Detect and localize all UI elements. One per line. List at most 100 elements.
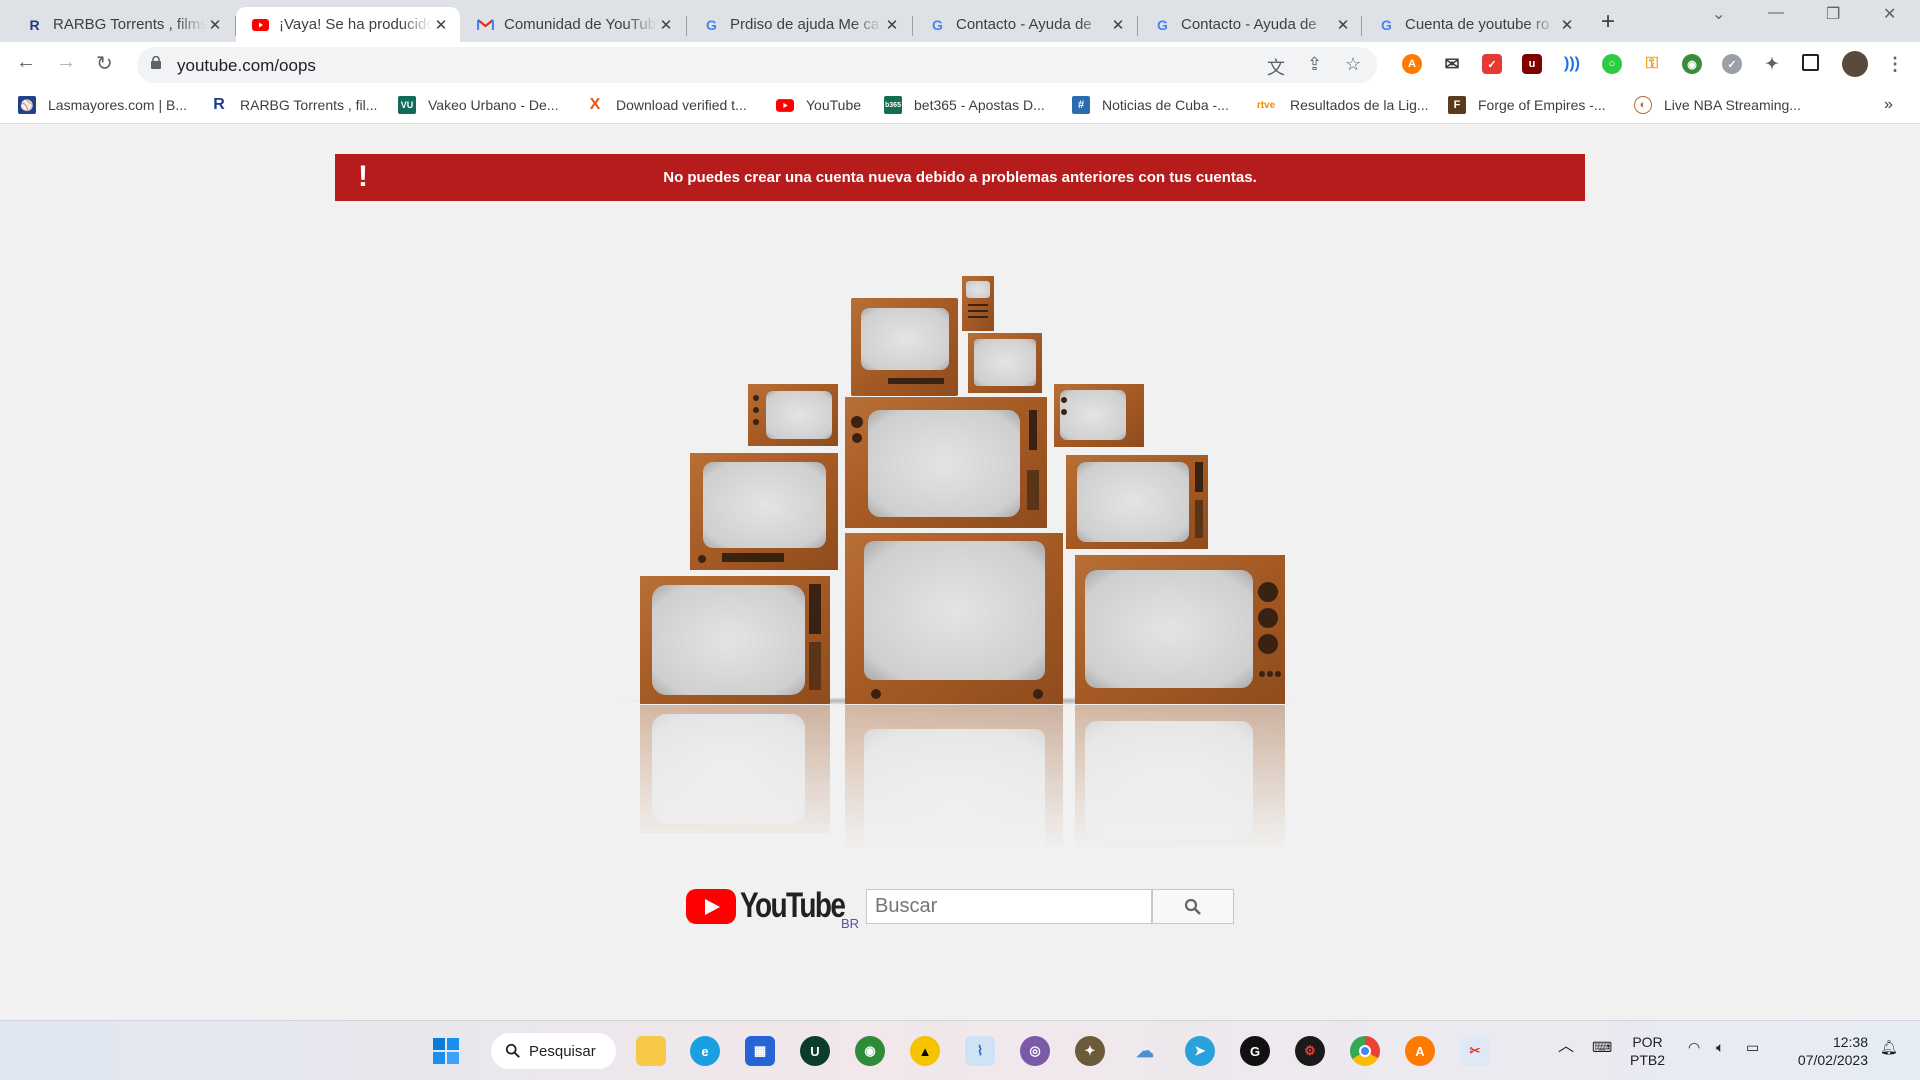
bookmark-item[interactable]: # Noticias de Cuba -... bbox=[1072, 96, 1229, 114]
file-explorer-icon[interactable] bbox=[636, 1036, 666, 1066]
edge-icon[interactable]: e bbox=[690, 1036, 720, 1066]
forward-button[interactable]: → bbox=[56, 51, 76, 74]
bookmark-item[interactable]: VU Vakeo Urbano - De... bbox=[398, 96, 558, 114]
clock[interactable]: 12:38 07/02/2023 bbox=[1788, 1033, 1868, 1069]
ms-store-icon[interactable]: ▦ bbox=[745, 1036, 775, 1066]
telegram-icon[interactable]: ➤ bbox=[1185, 1036, 1215, 1066]
shield-grey-extension-icon[interactable]: ✓ bbox=[1722, 54, 1742, 74]
red-app-icon[interactable]: ⚙ bbox=[1295, 1036, 1325, 1066]
forge-icon: F bbox=[1448, 96, 1466, 114]
show-hidden-icons[interactable]: ︿ bbox=[1558, 1038, 1574, 1056]
tab-title: ¡Vaya! Se ha producido bbox=[279, 16, 432, 33]
volume-icon[interactable]: 🔈︎ bbox=[1716, 1038, 1724, 1056]
audio-extension-icon[interactable]: ))) bbox=[1562, 54, 1582, 74]
tab-3[interactable]: G Prdiso de ajuda Me ca ✕ bbox=[687, 7, 911, 42]
bookmark-label: Live NBA Streaming... bbox=[1664, 97, 1801, 113]
chrome-icon[interactable] bbox=[1350, 1036, 1380, 1066]
tab-1[interactable]: ¡Vaya! Se ha producido ✕ bbox=[236, 7, 460, 42]
wifi-icon[interactable]: ◠ bbox=[1688, 1038, 1700, 1056]
bookmark-star-icon[interactable]: ☆ bbox=[1345, 54, 1361, 75]
tab-0[interactable]: R RARBG Torrents , films ✕ bbox=[10, 7, 234, 42]
reload-button[interactable]: ↻ bbox=[96, 51, 113, 76]
translate-icon[interactable]: ⽂ bbox=[1267, 54, 1285, 80]
input-language[interactable]: POR PTB2 bbox=[1630, 1033, 1665, 1069]
close-window-button[interactable]: ✕ bbox=[1883, 4, 1896, 24]
upwork-icon[interactable]: U bbox=[800, 1036, 830, 1066]
tab-6[interactable]: G Cuenta de youtube ro ✕ bbox=[1362, 7, 1586, 42]
vakeo-icon: VU bbox=[398, 96, 416, 114]
taskbar-search-label: Pesquisar bbox=[529, 1042, 596, 1060]
windows-taskbar: Pesquisar e ▦ U ◉ ▲ ⌇ ◎ ✦ ☁ ➤ G ⚙ A ✂ ︿ … bbox=[0, 1020, 1920, 1080]
language-code: POR bbox=[1632, 1034, 1663, 1050]
close-icon[interactable]: ✕ bbox=[1558, 16, 1576, 34]
close-icon[interactable]: ✕ bbox=[206, 16, 224, 34]
tab-2[interactable]: Comunidad de YouTube ✕ bbox=[461, 7, 685, 42]
taskbar-search[interactable]: Pesquisar bbox=[491, 1033, 616, 1069]
mail-extension-icon[interactable]: ✉ bbox=[1442, 54, 1462, 74]
tab-title: Prdiso de ajuda Me ca bbox=[730, 16, 880, 33]
monitor-app-icon[interactable]: ⌇ bbox=[965, 1036, 995, 1066]
share-icon[interactable]: ⇪ bbox=[1307, 54, 1322, 75]
tab-5[interactable]: G Contacto - Ayuda de ✕ bbox=[1138, 7, 1362, 42]
search-input[interactable] bbox=[866, 889, 1152, 924]
close-icon[interactable]: ✕ bbox=[657, 16, 675, 34]
bookmark-item[interactable]: b365 bet365 - Apostas D... bbox=[884, 96, 1045, 114]
torrent-app-icon[interactable]: ◎ bbox=[1020, 1036, 1050, 1066]
key-extension-icon[interactable]: ⚿ bbox=[1642, 54, 1662, 74]
bookmark-item[interactable]: YouTube bbox=[776, 96, 861, 114]
error-alert-banner: ! No puedes crear una cuenta nueva debid… bbox=[335, 154, 1585, 201]
globe-extension-icon[interactable]: ◉ bbox=[1682, 54, 1702, 74]
search-icon bbox=[505, 1043, 520, 1058]
globe-app-icon[interactable]: ◉ bbox=[855, 1036, 885, 1066]
youtube-play-icon bbox=[686, 889, 736, 924]
puzzle-extensions-icon[interactable]: ✦ bbox=[1762, 54, 1782, 74]
avast-icon[interactable]: A bbox=[1405, 1036, 1435, 1066]
tv-set bbox=[845, 397, 1047, 528]
profile-avatar[interactable] bbox=[1842, 51, 1868, 77]
keyboard-icon[interactable]: ⌨ bbox=[1592, 1038, 1612, 1056]
notification-bell-icon[interactable]: 🔔︎ bbox=[1880, 1038, 1898, 1056]
ublock-extension-icon[interactable]: u bbox=[1522, 54, 1542, 74]
back-button[interactable]: ← bbox=[16, 51, 36, 74]
bookmark-item[interactable]: X Download verified t... bbox=[586, 96, 747, 114]
close-icon[interactable]: ✕ bbox=[432, 16, 450, 34]
tab-strip: R RARBG Torrents , films ✕ ¡Vaya! Se ha … bbox=[0, 0, 1920, 42]
avast-extension-icon[interactable]: A bbox=[1402, 54, 1422, 74]
hash-icon: # bbox=[1072, 96, 1090, 114]
youtube-logo[interactable]: YouTube BR bbox=[686, 888, 871, 931]
bookmark-label: Resultados de la Lig... bbox=[1290, 97, 1429, 113]
gmail-icon bbox=[477, 16, 494, 33]
restore-button[interactable]: ❐ bbox=[1826, 4, 1840, 24]
snipping-tool-icon[interactable]: ✂ bbox=[1460, 1036, 1490, 1066]
side-panel-icon[interactable] bbox=[1802, 54, 1819, 71]
search-button[interactable] bbox=[1152, 889, 1234, 924]
cloud-app-icon[interactable]: ☁ bbox=[1130, 1036, 1160, 1066]
youtube-icon bbox=[252, 16, 269, 33]
tab-4[interactable]: G Contacto - Ayuda de ✕ bbox=[913, 7, 1137, 42]
new-tab-button[interactable]: + bbox=[1601, 8, 1615, 36]
triangle-app-icon[interactable]: ▲ bbox=[910, 1036, 940, 1066]
close-icon[interactable]: ✕ bbox=[1334, 16, 1352, 34]
url-text[interactable]: youtube.com/oops bbox=[177, 56, 316, 76]
bookmark-item[interactable]: R RARBG Torrents , fil... bbox=[210, 96, 377, 114]
close-icon[interactable]: ✕ bbox=[883, 16, 901, 34]
close-icon[interactable]: ✕ bbox=[1109, 16, 1127, 34]
shield-extension-icon[interactable]: ✓ bbox=[1482, 54, 1502, 74]
tab-title: Cuenta de youtube ro bbox=[1405, 16, 1550, 33]
bookmark-item[interactable]: rtve Resultados de la Lig... bbox=[1254, 96, 1429, 114]
bookmark-item[interactable]: ⚾ Lasmayores.com | B... bbox=[18, 96, 187, 114]
tv-reflection bbox=[640, 705, 1285, 850]
bookmark-label: Lasmayores.com | B... bbox=[48, 97, 188, 113]
more-bookmarks-icon[interactable]: » bbox=[1884, 96, 1893, 114]
menu-kebab-icon[interactable]: ⋮ bbox=[1885, 54, 1905, 74]
minimize-button[interactable]: — bbox=[1768, 4, 1784, 22]
bookmark-item[interactable]: F Forge of Empires -... bbox=[1448, 96, 1606, 114]
bookmark-item[interactable]: ◐ Live NBA Streaming... bbox=[1634, 96, 1801, 114]
g-app-icon[interactable]: G bbox=[1240, 1036, 1270, 1066]
tab-search-icon[interactable]: ⌄ bbox=[1712, 4, 1725, 24]
windows-start-icon[interactable] bbox=[431, 1036, 461, 1066]
battery-icon[interactable]: ▭ bbox=[1746, 1038, 1759, 1056]
game-app-icon[interactable]: ✦ bbox=[1075, 1036, 1105, 1066]
address-bar[interactable]: youtube.com/oops ⽂ ⇪ ☆ bbox=[137, 47, 1377, 83]
green-extension-icon[interactable]: ○ bbox=[1602, 54, 1622, 74]
